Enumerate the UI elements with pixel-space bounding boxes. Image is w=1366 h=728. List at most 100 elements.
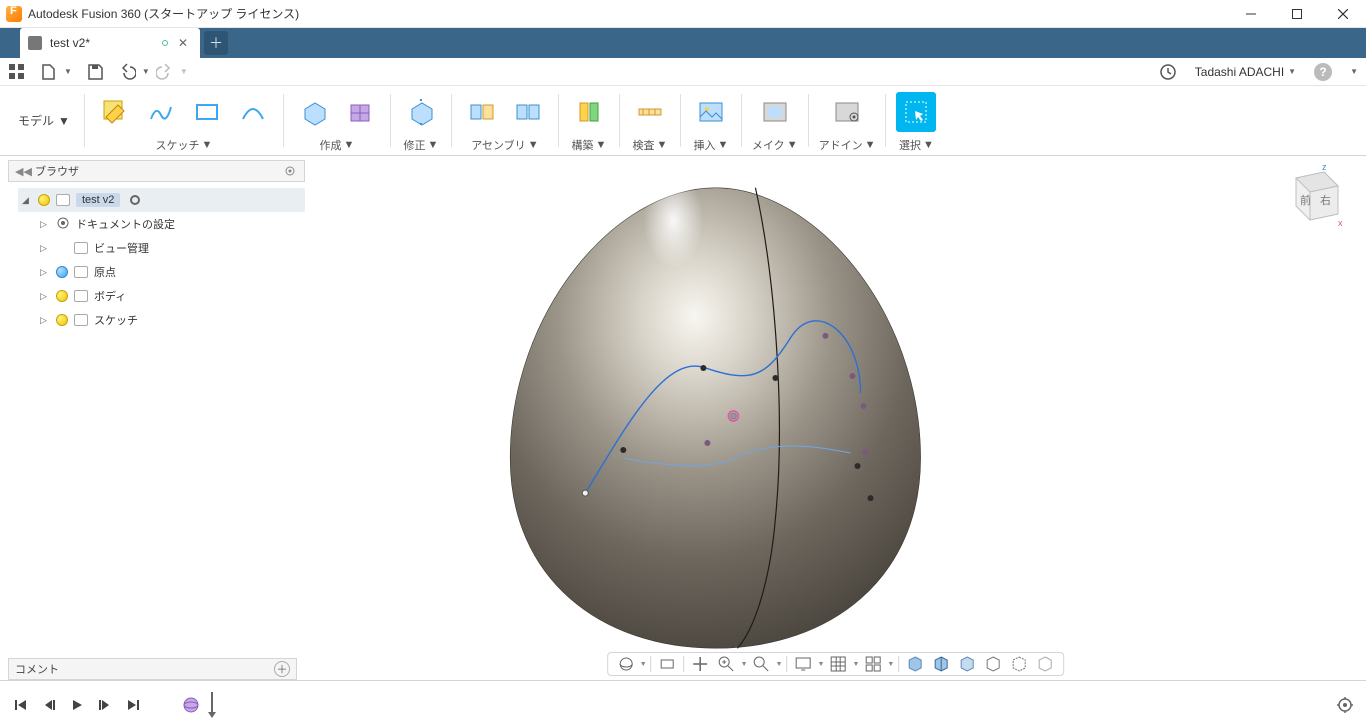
tree-label: 原点 [94,264,116,280]
wireframe-hidden-button[interactable] [1007,654,1031,674]
create-sketch-button[interactable] [95,92,135,132]
box-button[interactable] [340,92,380,132]
orbit-button[interactable] [614,654,638,674]
visibility-icon[interactable] [56,290,68,302]
folder-icon [74,242,88,254]
gear-icon [56,216,70,233]
unsaved-indicator-icon [162,40,168,46]
maximize-button[interactable] [1274,0,1320,28]
job-status-button[interactable] [1159,63,1177,81]
shaded-style-button[interactable] [903,654,927,674]
tree-label: ビュー管理 [94,240,149,256]
activate-radio-icon[interactable] [130,195,140,205]
app-logo-icon [6,6,22,22]
tree-item-sketches[interactable]: ▷ スケッチ [18,308,305,332]
timeline-step-back-button[interactable] [40,696,58,714]
tree-root[interactable]: ◢ test v2 [18,188,305,212]
tree-item-views[interactable]: ▷ ビュー管理 [18,236,305,260]
navigation-bar: ▼ ▼ ▼ ▼ ▼ ▼ [607,652,1065,676]
visibility-icon[interactable] [56,314,68,326]
viewport-layout-button[interactable] [861,654,885,674]
save-button[interactable] [86,63,104,81]
extrude-button[interactable] [294,92,334,132]
view-cube[interactable]: z 前 右 x [1276,160,1346,230]
display-settings-button[interactable] [792,654,816,674]
pan-button[interactable] [689,654,713,674]
timeline-settings-button[interactable] [1336,696,1354,714]
select-tool-button[interactable] [896,92,936,132]
ribbon-group-insert: 挿入▼ [685,86,737,155]
expand-icon[interactable]: ▷ [40,243,50,254]
ribbon-toolbar: モデル ▼ スケッチ▼ 作成▼ 修正▼ アセンブリ▼ 構築▼ [0,86,1366,156]
tree-item-bodies[interactable]: ▷ ボディ [18,284,305,308]
timeline-feature-node[interactable] [182,696,200,714]
timeline-step-forward-button[interactable] [96,696,114,714]
close-button[interactable] [1320,0,1366,28]
new-tab-button[interactable]: ＋ [204,31,228,55]
wireframe-visible-button[interactable] [1033,654,1057,674]
fit-button[interactable] [750,654,774,674]
look-at-button[interactable] [656,654,680,674]
arc-button[interactable] [233,92,273,132]
shaded-edges-button[interactable] [929,654,953,674]
dropdown-icon: ▼ [180,67,188,76]
expand-icon[interactable]: ▷ [40,315,50,326]
data-panel-button[interactable] [8,63,26,81]
as-built-joint-button[interactable] [508,92,548,132]
timeline-playhead-icon[interactable] [208,692,218,718]
press-pull-button[interactable] [401,92,441,132]
shaded-hidden-button[interactable] [955,654,979,674]
3d-print-button[interactable] [755,92,795,132]
axis-z-label: z [1322,162,1327,172]
redo-button[interactable] [156,63,174,81]
joint-button[interactable] [462,92,502,132]
tab-close-button[interactable]: ✕ [176,36,190,50]
tree-label: ドキュメントの設定 [76,216,175,232]
browser-tree: ◢ test v2 ▷ ドキュメントの設定 ▷ ビュー管理 ▷ [0,182,305,332]
rectangle-button[interactable] [187,92,227,132]
help-button[interactable]: ? [1314,63,1332,81]
ribbon-label: アドイン [819,137,863,153]
browser-panel-header[interactable]: ◀◀ ブラウザ [8,160,305,182]
undo-button[interactable] [118,63,136,81]
grid-settings-button[interactable] [826,654,850,674]
visibility-icon[interactable] [38,194,50,206]
folder-icon [74,266,88,278]
user-menu[interactable]: Tadashi ADACHI ▼ [1195,65,1296,79]
ribbon-group-addins: アドイン▼ [813,86,882,155]
ribbon-group-make: メイク▼ [746,86,804,155]
pin-button[interactable] [282,163,298,179]
file-menu-button[interactable] [40,63,58,81]
tree-item-origin[interactable]: ▷ 原点 [18,260,305,284]
comments-panel-header[interactable]: コメント ＋ [8,658,297,680]
expand-icon[interactable]: ▷ [40,219,50,230]
minimize-button[interactable] [1228,0,1274,28]
visibility-icon[interactable] [56,266,68,278]
expand-icon[interactable]: ▷ [40,291,50,302]
timeline-end-button[interactable] [124,696,142,714]
construct-plane-button[interactable] [569,92,609,132]
collapse-icon[interactable]: ◀◀ [15,165,29,178]
insert-decal-button[interactable] [691,92,731,132]
wireframe-button[interactable] [981,654,1005,674]
user-name: Tadashi ADACHI [1195,65,1284,79]
timeline-start-button[interactable] [12,696,30,714]
workspace-switcher[interactable]: モデル ▼ [8,86,80,155]
viewport-canvas[interactable]: z 前 右 x ▼ ▼ ▼ ▼ ▼ ▼ [305,156,1366,680]
model-render [305,156,1366,680]
dropdown-icon: ▼ [1350,67,1358,76]
document-tab[interactable]: test v2* ✕ [20,28,200,58]
titlebar: Autodesk Fusion 360 (スタートアップ ライセンス) [0,0,1366,28]
line-button[interactable] [141,92,181,132]
ribbon-label: メイク [752,137,785,153]
addins-button[interactable] [827,92,867,132]
timeline-play-button[interactable] [68,696,86,714]
zoom-button[interactable] [715,654,739,674]
expand-icon[interactable]: ▷ [40,267,50,278]
measure-button[interactable] [630,92,670,132]
tree-item-docset[interactable]: ▷ ドキュメントの設定 [18,212,305,236]
ribbon-label: 選択 [899,137,921,153]
expand-icon[interactable]: ◢ [22,195,32,206]
add-comment-button[interactable]: ＋ [274,661,290,677]
ribbon-label: 挿入 [693,137,715,153]
